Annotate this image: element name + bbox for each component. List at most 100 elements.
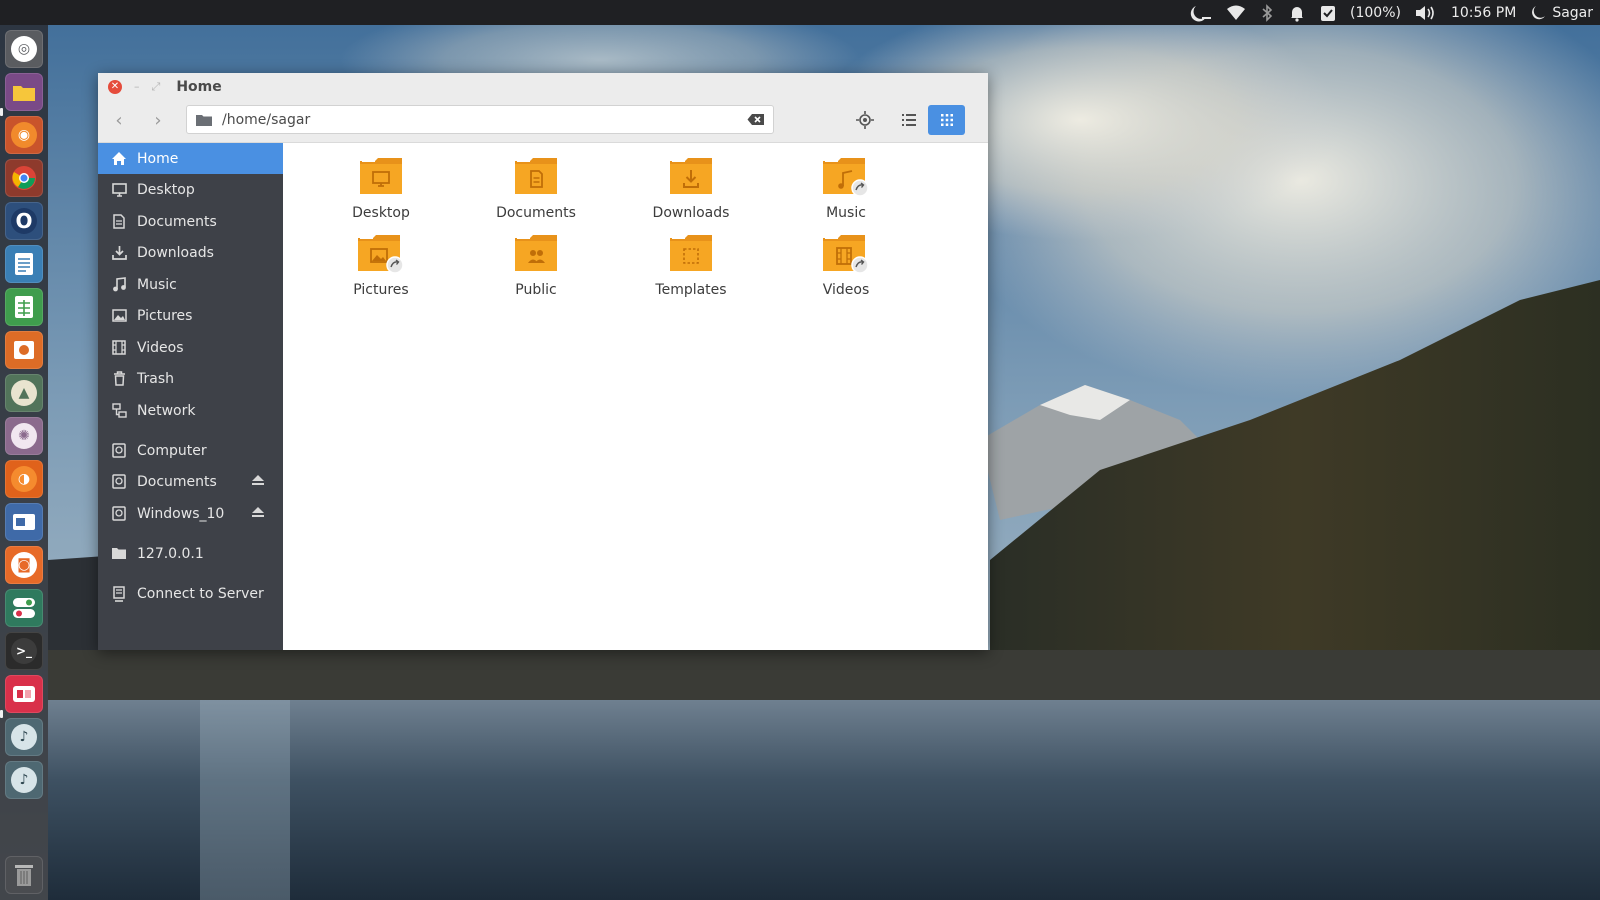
clipboard-check-icon[interactable] <box>1313 0 1343 25</box>
sidebar-item-connect-to-server[interactable]: Connect to Server <box>98 578 283 609</box>
sidebar-item-127-0-0-1[interactable]: 127.0.0.1 <box>98 538 283 569</box>
clear-backspace-icon[interactable] <box>747 113 765 126</box>
sidebar-item-pictures[interactable]: Pictures <box>98 300 283 331</box>
sidebar-item-label: Videos <box>137 339 184 356</box>
record-app-icon <box>13 686 35 702</box>
sidebar-item-label: Windows_10 <box>137 505 225 522</box>
sidebar-item-desktop[interactable]: Desktop <box>98 174 283 205</box>
launcher-ubuntu-software[interactable]: ◙ <box>5 546 43 584</box>
night-light-icon[interactable] <box>1183 0 1219 25</box>
launcher-app-a[interactable]: ♪ <box>5 718 43 756</box>
sidebar-item-label: Pictures <box>137 307 193 324</box>
picture-icon <box>109 309 129 322</box>
user-name: Sagar <box>1552 4 1593 21</box>
forward-button[interactable]: › <box>141 106 175 134</box>
sidebar-item-music[interactable]: Music <box>98 269 283 300</box>
launcher-virtualbox[interactable] <box>5 503 43 541</box>
folder-pictures[interactable]: Pictures <box>321 234 441 298</box>
launcher-calc[interactable] <box>5 288 43 326</box>
launcher-recorder[interactable] <box>5 675 43 713</box>
video-icon <box>109 340 129 355</box>
folder-label: Documents <box>496 205 576 221</box>
network-icon <box>109 403 129 418</box>
bluetooth-icon[interactable] <box>1253 0 1281 25</box>
sidebar-item-label: Trash <box>137 370 174 387</box>
server-icon <box>109 585 129 602</box>
close-icon: ✕ <box>110 80 120 92</box>
file-view: Desktop Documents Downloads Music Pictur… <box>283 143 988 650</box>
folder-label: Downloads <box>652 205 730 221</box>
chevron-right-icon: › <box>154 109 162 131</box>
launcher-files[interactable] <box>5 73 43 111</box>
list-view-button[interactable] <box>890 105 927 135</box>
locate-button[interactable] <box>846 105 883 135</box>
launcher-atom[interactable]: ✺ <box>5 417 43 455</box>
sidebar-item-home[interactable]: Home <box>98 143 283 174</box>
location-bar[interactable]: /home/sagar <box>186 105 774 134</box>
atom-icon: ✺ <box>11 423 37 449</box>
sidebar-item-label: Desktop <box>137 181 195 198</box>
launcher-app-b[interactable]: ♪ <box>5 761 43 799</box>
launcher-trash[interactable] <box>5 856 43 894</box>
sidebar-item-computer[interactable]: Computer <box>98 435 283 466</box>
minimize-button[interactable]: – <box>134 81 140 92</box>
sidebar-item-trash[interactable]: Trash <box>98 363 283 394</box>
launcher-terminal[interactable]: >_ <box>5 632 43 670</box>
notification-bell-icon[interactable] <box>1281 0 1313 25</box>
orange-app-icon: ◑ <box>11 466 37 492</box>
ubuntu-logo-icon: ◎ <box>11 36 37 62</box>
battery-percentage: (100%) <box>1350 4 1401 21</box>
camera-app-icon: ◙ <box>11 552 37 578</box>
launcher-software-center[interactable]: ◑ <box>5 460 43 498</box>
launcher-dash[interactable]: ◎ <box>5 30 43 68</box>
launcher-opera[interactable]: O <box>5 202 43 240</box>
sidebar-item-label: Documents <box>137 213 217 230</box>
location-path[interactable]: /home/sagar <box>222 112 747 128</box>
sidebar-item-network[interactable]: Network <box>98 395 283 426</box>
sidebar-item-videos[interactable]: Videos <box>98 332 283 363</box>
launcher-impress[interactable] <box>5 331 43 369</box>
back-button[interactable]: ‹ <box>102 106 136 134</box>
folder-desktop[interactable]: Desktop <box>321 157 441 221</box>
folder-icon <box>109 547 129 560</box>
music-folder-icon <box>823 158 869 197</box>
launcher-settings[interactable] <box>5 589 43 627</box>
sidebar-item-label: Computer <box>137 442 207 459</box>
folder-downloads[interactable]: Downloads <box>631 157 751 221</box>
folder-public[interactable]: Public <box>476 234 596 298</box>
sidebar-item-downloads[interactable]: Downloads <box>98 237 283 268</box>
downloads-folder-icon <box>670 158 712 194</box>
folder-music[interactable]: Music <box>786 157 906 221</box>
clock[interactable]: 10:56 PM <box>1451 5 1516 21</box>
launcher-firefox[interactable]: ◉ <box>5 116 43 154</box>
sidebar-item-documents[interactable]: Documents <box>98 206 283 237</box>
title-bar[interactable]: ✕ – ⤢ Home <box>98 73 988 100</box>
volume-icon[interactable] <box>1408 0 1444 25</box>
sidebar-item-documents-volume[interactable]: Documents <box>98 466 283 497</box>
eject-icon[interactable] <box>251 506 265 522</box>
drive-icon <box>109 474 129 489</box>
drive-icon <box>109 506 129 521</box>
eject-icon[interactable] <box>251 474 265 490</box>
chevron-left-icon: ‹ <box>115 109 123 131</box>
folder-icon <box>196 114 212 126</box>
launcher-inkscape[interactable]: ▲ <box>5 374 43 412</box>
folder-documents[interactable]: Documents <box>476 157 596 221</box>
chrome-icon <box>12 166 36 190</box>
sidebar-item-label: Home <box>137 150 179 167</box>
folder-videos[interactable]: Videos <box>786 234 906 298</box>
launcher-writer[interactable] <box>5 245 43 283</box>
close-button[interactable]: ✕ <box>108 79 122 94</box>
wifi-icon[interactable] <box>1219 0 1253 25</box>
folder-templates[interactable]: Templates <box>631 234 751 298</box>
sidebar-item-label: Connect to Server <box>137 585 264 602</box>
grid-view-button[interactable] <box>928 105 965 135</box>
session-menu[interactable]: Sagar <box>1523 0 1600 25</box>
list-view-icon <box>901 114 916 126</box>
sidebar-item-windows-10[interactable]: Windows_10 <box>98 498 283 529</box>
launcher-chrome[interactable] <box>5 159 43 197</box>
toggle-app-icon <box>13 598 35 618</box>
text-document-icon <box>15 253 33 275</box>
maximize-button[interactable]: ⤢ <box>152 81 161 92</box>
folder-label: Pictures <box>353 282 409 298</box>
